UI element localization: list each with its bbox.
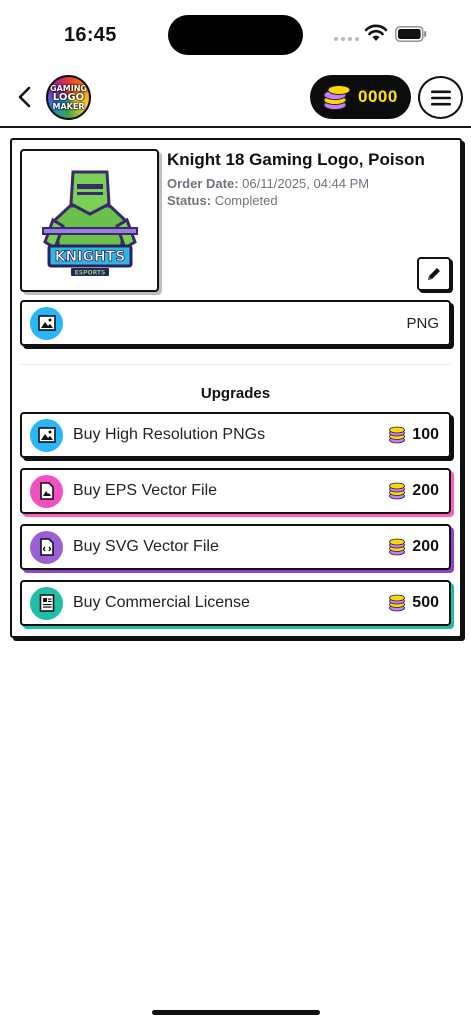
knight-logo-subtext: ESPORTS <box>74 269 105 276</box>
upgrade-price-value: 200 <box>412 538 439 555</box>
back-chevron-icon[interactable] <box>14 84 36 110</box>
image-icon <box>30 418 63 452</box>
upgrade-price: 100 <box>388 426 439 444</box>
coin-balance: 0000 <box>358 87 398 106</box>
logo-preview-thumbnail[interactable]: KNIGHTS ESPORTS <box>20 149 159 292</box>
order-status: Status: Completed <box>167 193 278 208</box>
top-nav-bar: GAMING LOGO MAKER 0000 <box>0 70 471 128</box>
pencil-icon <box>428 268 440 280</box>
edit-button[interactable] <box>417 257 451 291</box>
upgrade-commercial-license[interactable]: Buy Commercial License 500 <box>20 580 451 626</box>
knight-logo-image: KNIGHTS ESPORTS <box>41 170 138 276</box>
upgrade-price-value: 200 <box>412 482 439 499</box>
download-format-row[interactable]: PNG <box>20 300 451 346</box>
status-time: 16:45 <box>64 24 117 46</box>
order-status-label: Status: <box>167 193 212 208</box>
cellular-signal-icon <box>334 37 359 41</box>
upgrade-label: Buy EPS Vector File <box>73 482 218 499</box>
app-logo[interactable]: GAMING LOGO MAKER <box>46 75 91 120</box>
upgrade-label: Buy Commercial License <box>73 594 250 611</box>
upgrade-price: 200 <box>388 538 439 556</box>
wifi-icon <box>364 24 388 41</box>
upgrade-price-value: 100 <box>412 426 439 443</box>
upgrades-heading: Upgrades <box>200 385 271 402</box>
coin-stack-icon <box>389 594 406 612</box>
order-date-label: Order Date: <box>167 176 239 191</box>
upgrade-high-res-png[interactable]: Buy High Resolution PNGs 100 <box>20 412 451 458</box>
coin-balance-button[interactable]: 0000 <box>310 75 411 119</box>
image-icon <box>30 306 63 340</box>
format-value: PNG <box>406 314 439 332</box>
upgrade-label: Buy SVG Vector File <box>73 538 219 555</box>
license-document-icon <box>30 586 63 620</box>
hamburger-menu-icon <box>430 90 451 105</box>
logo-text-line-3: MAKER <box>52 101 85 111</box>
logo-text-line-2: LOGO <box>52 91 85 103</box>
status-bar: 16:45 <box>0 0 471 70</box>
dynamic-island <box>168 15 303 55</box>
section-divider <box>20 364 451 365</box>
home-indicator[interactable] <box>152 1010 320 1015</box>
upgrade-label: Buy High Resolution PNGs <box>73 426 266 443</box>
coin-stack-icon <box>389 482 406 500</box>
upgrade-price-value: 500 <box>412 594 439 611</box>
order-title: Knight 18 Gaming Logo, Poison <box>167 150 425 169</box>
coin-stack-icon <box>323 85 351 110</box>
upgrade-price: 200 <box>388 482 439 500</box>
order-status-value: Completed <box>214 193 278 208</box>
order-card: KNIGHTS ESPORTS Knight 18 Gaming Logo, P… <box>10 138 462 638</box>
svg-code-file-icon <box>30 530 63 564</box>
order-date-value: 06/11/2025, 04:44 PM <box>242 176 370 191</box>
coin-stack-icon <box>389 426 406 444</box>
knight-logo-text: KNIGHTS <box>54 249 125 265</box>
upgrade-price: 500 <box>388 594 439 612</box>
upgrade-svg-vector[interactable]: Buy SVG Vector File 200 <box>20 524 451 570</box>
coin-stack-icon <box>389 538 406 556</box>
battery-icon <box>395 26 427 42</box>
eps-file-icon <box>30 474 63 508</box>
menu-button[interactable] <box>418 76 463 119</box>
upgrade-eps-vector[interactable]: Buy EPS Vector File 200 <box>20 468 451 514</box>
order-date: Order Date: 06/11/2025, 04:44 PM <box>167 176 369 191</box>
